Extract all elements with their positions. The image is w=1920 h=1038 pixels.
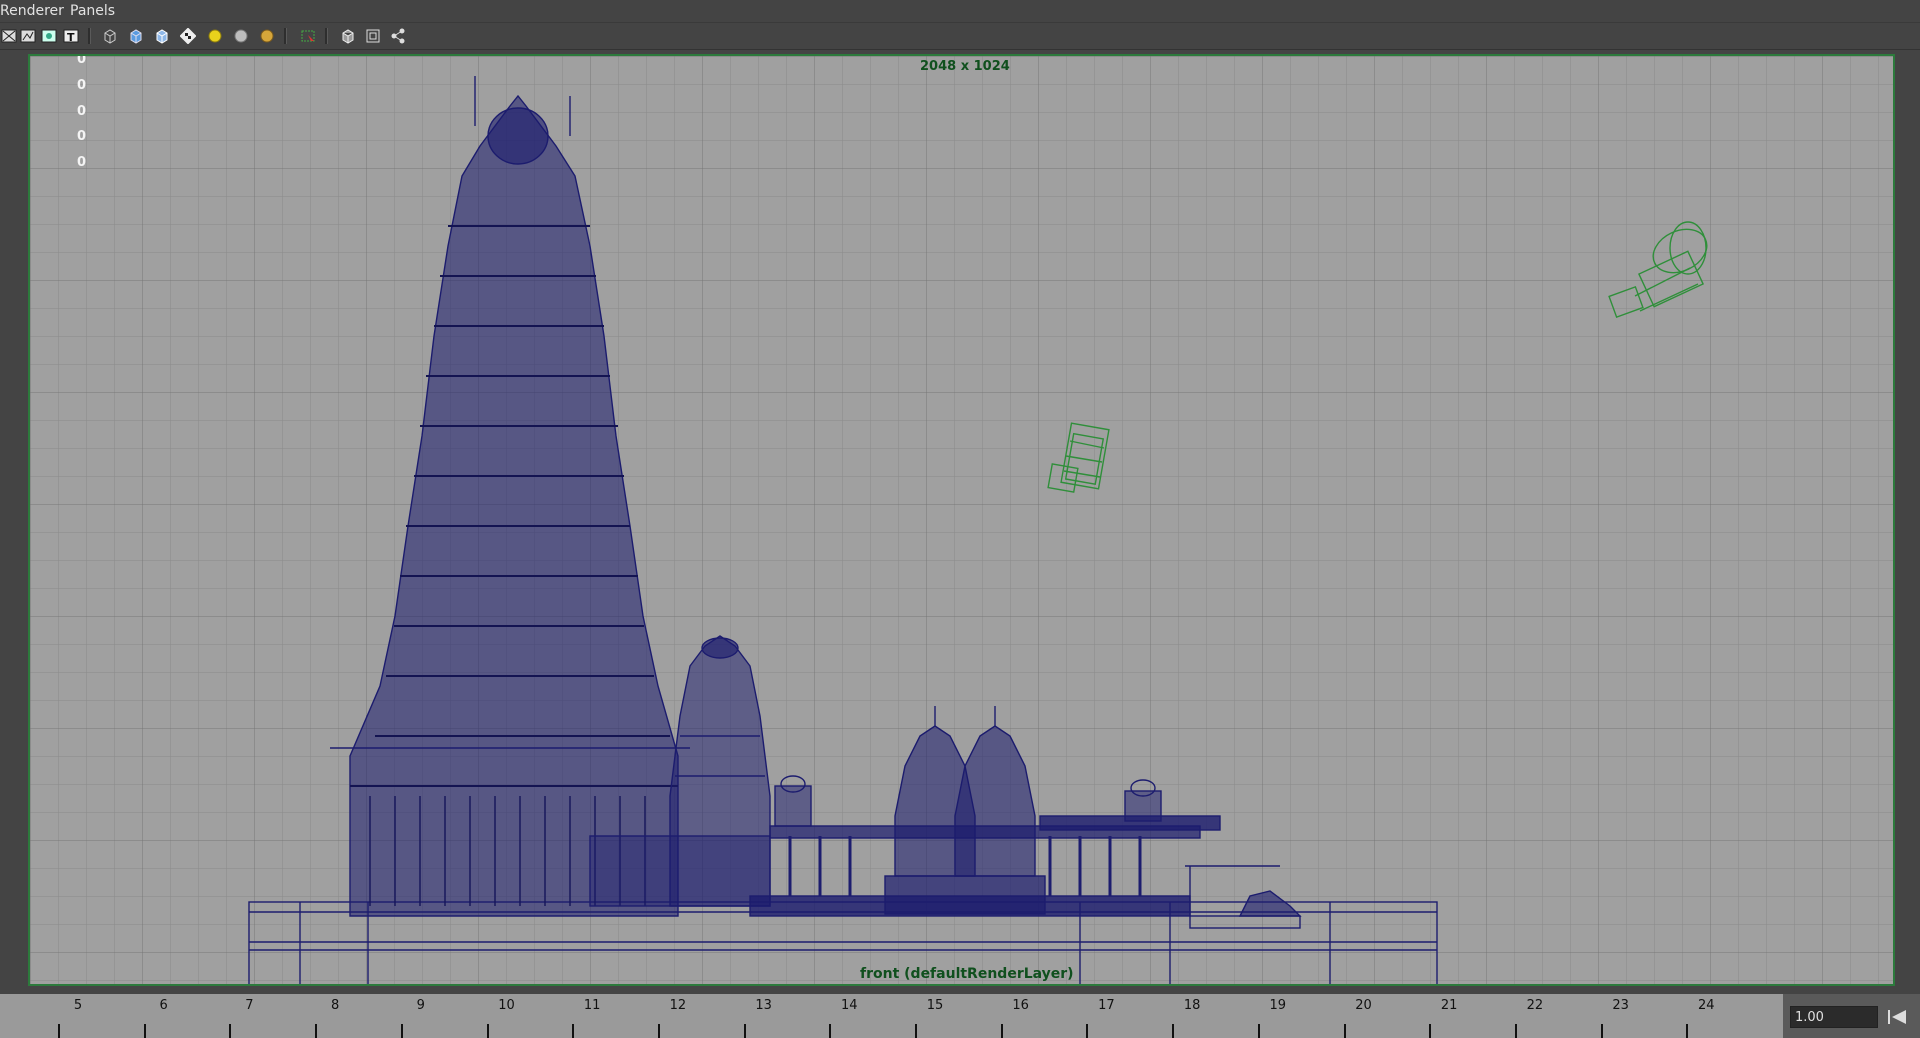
time-tick-mark — [657, 1024, 660, 1038]
time-tick-label: 20 — [1355, 998, 1372, 1013]
time-tick-mark — [1686, 1024, 1689, 1038]
time-tick-label: 22 — [1526, 998, 1544, 1013]
time-tick-mark — [1429, 1024, 1432, 1038]
time-tick-mark — [229, 1024, 232, 1038]
time-tick-label: 9 — [416, 998, 425, 1013]
time-tick-mark — [486, 1024, 489, 1038]
smooth-shade-cube-icon[interactable] — [127, 27, 145, 45]
toolbar-separator — [284, 28, 287, 44]
time-tick-label: 12 — [669, 998, 687, 1013]
time-tick-label: 5 — [73, 998, 83, 1013]
current-time-field[interactable]: 1.00 — [1790, 1006, 1878, 1028]
hud-value: 0 — [77, 129, 87, 144]
time-tick-mark — [829, 1024, 832, 1038]
step-back-icon[interactable] — [1886, 1008, 1908, 1026]
time-tick-label: 21 — [1440, 998, 1458, 1013]
text-icon[interactable]: T — [62, 27, 80, 45]
hud-value: 0 — [77, 78, 87, 93]
resolution-label: 2048 x 1024 — [920, 59, 1010, 74]
viewport-grid — [30, 56, 1893, 984]
hud-value: 0 — [77, 155, 87, 170]
time-tick-mark — [58, 1024, 60, 1038]
time-tick-label: 16 — [1012, 998, 1029, 1013]
time-tick-label: 8 — [330, 998, 340, 1013]
shaded-wireframe-cube-icon[interactable] — [153, 27, 171, 45]
time-tick-label: 19 — [1269, 998, 1287, 1013]
camera-name-label: front (defaultRenderLayer) — [860, 966, 1074, 982]
menu-panels[interactable]: Panels — [70, 3, 115, 19]
toolbar-separator — [325, 28, 328, 44]
time-tick-label: 18 — [1183, 998, 1201, 1013]
time-tick-mark — [143, 1024, 146, 1038]
select-camera-icon[interactable] — [299, 27, 317, 45]
time-tick-mark — [1600, 1024, 1603, 1038]
time-tick-label: 13 — [755, 998, 772, 1013]
light-grey-icon[interactable] — [232, 27, 250, 45]
time-tick-mark — [1000, 1024, 1003, 1038]
toolbar-separator — [88, 28, 91, 44]
texture-icon[interactable] — [40, 27, 58, 45]
time-tick-mark — [1172, 1024, 1175, 1038]
wireframe-cube-icon[interactable] — [101, 27, 119, 45]
time-tick-mark — [315, 1024, 318, 1038]
time-tick-mark — [1086, 1024, 1089, 1038]
time-tick-label: 17 — [1098, 998, 1115, 1013]
menu-bar: Renderer Panels — [0, 0, 1920, 23]
hud-value: 0 — [77, 54, 87, 67]
time-tick-mark — [1257, 1024, 1260, 1038]
light-yellow-icon[interactable] — [206, 27, 224, 45]
time-tick-label: 6 — [159, 998, 168, 1013]
time-tick-label: 24 — [1698, 998, 1715, 1013]
checker-icon[interactable] — [179, 27, 197, 45]
time-slider[interactable]: 5 6 7 8 9 10 11 12 13 14 15 16 17 18 19 20 21 22 23 24 1.00 — [0, 994, 1920, 1038]
image-plane-icon[interactable] — [19, 27, 37, 45]
time-tick-mark — [743, 1024, 746, 1038]
share-icon[interactable] — [389, 27, 407, 45]
time-tick-mark — [572, 1024, 575, 1038]
time-tick-label: 15 — [926, 998, 944, 1013]
hud-value: 0 — [77, 104, 87, 119]
time-tick-label: 10 — [498, 998, 515, 1013]
time-tick-mark — [1343, 1024, 1346, 1038]
light-gold-icon[interactable] — [258, 27, 276, 45]
isolate-cube-icon[interactable] — [339, 27, 357, 45]
time-tick-label: 23 — [1612, 998, 1629, 1013]
time-tick-label: 11 — [583, 998, 601, 1013]
svg-text:T: T — [67, 31, 75, 44]
front-viewport[interactable]: 2048 x 1024 0 0 0 0 0 front (defaultRend… — [28, 54, 1895, 986]
menu-renderer[interactable]: Renderer — [0, 3, 64, 19]
panel-toolbar: T — [0, 23, 1920, 50]
time-tick-mark — [915, 1024, 917, 1038]
time-tick-label: 14 — [841, 998, 858, 1013]
frame-icon[interactable] — [364, 27, 382, 45]
time-tick-label: 7 — [245, 998, 254, 1013]
time-tick-mark — [1514, 1024, 1517, 1038]
wireframe-icon[interactable] — [0, 27, 18, 45]
time-tick-mark — [400, 1024, 403, 1038]
